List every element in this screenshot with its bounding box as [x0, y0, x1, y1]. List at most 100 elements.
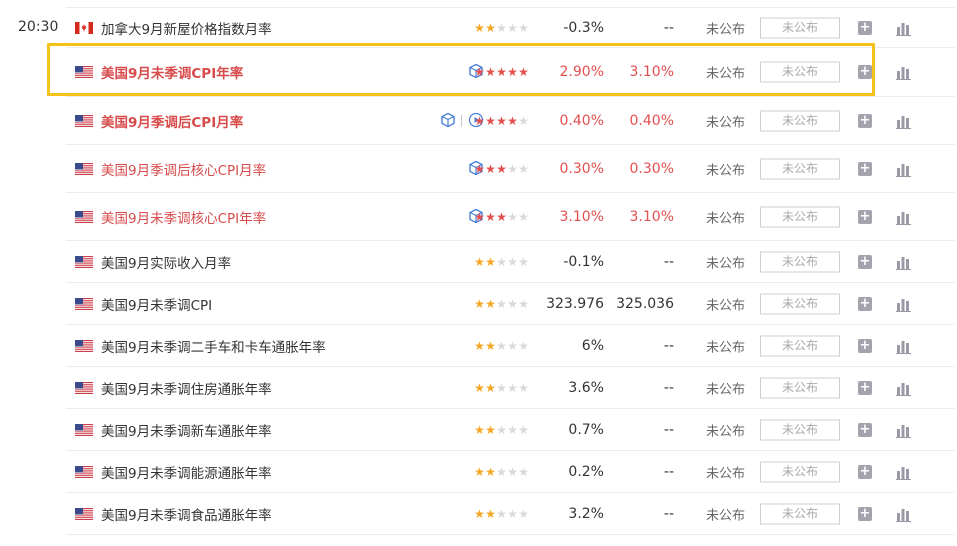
actual-value: 未公布	[706, 508, 746, 523]
star-icon: ★	[485, 113, 496, 128]
table-row[interactable]: 美国9月季调后CPI月率 ★★★★★ 0.40% 0.40% 未公布 未公布 +	[66, 97, 955, 145]
event-name-link[interactable]: 美国9月未季调二手车和卡车通胀年率	[101, 336, 326, 356]
star-icon: ★	[474, 20, 485, 35]
table-row[interactable]: 美国9月实际收入月率 ★★★★★ -0.1% -- 未公布 未公布 +	[66, 241, 955, 283]
event-name-link[interactable]: 美国9月未季调食品通胀年率	[101, 504, 272, 524]
event-name-link[interactable]: 美国9月未季调CPI	[101, 294, 212, 314]
add-alert-button[interactable]: +	[858, 506, 872, 521]
bar-chart-icon[interactable]	[896, 339, 912, 354]
star-icon: ★	[485, 20, 496, 35]
add-alert-button[interactable]: +	[858, 254, 872, 269]
bar-chart-icon[interactable]	[896, 381, 912, 396]
forecast-value: 0.40%	[629, 112, 674, 129]
event-name-link[interactable]: 美国9月季调后CPI月率	[101, 111, 243, 131]
table-row[interactable]: 美国9月未季调食品通胀年率 ★★★★★ 3.2% -- 未公布 未公布 +	[66, 493, 955, 535]
bar-chart-icon[interactable]	[896, 507, 912, 522]
star-icon: ★	[496, 20, 507, 35]
bar-chart-icon[interactable]	[896, 65, 912, 80]
actual-status-button[interactable]: 未公布	[760, 110, 840, 131]
star-icon: ★	[496, 254, 507, 269]
event-name-link[interactable]: 美国9月未季调住房通胀年率	[101, 378, 272, 398]
actual-status-button[interactable]: 未公布	[760, 251, 840, 272]
forecast-value: 325.036	[616, 295, 674, 312]
forecast-value: 0.30%	[629, 160, 674, 177]
actual-status-button[interactable]: 未公布	[760, 503, 840, 524]
bar-chart-icon[interactable]	[896, 162, 912, 177]
forecast-value: --	[663, 463, 674, 480]
star-icon: ★	[496, 422, 507, 437]
bar-chart-icon[interactable]	[896, 297, 912, 312]
event-time: 20:30	[18, 19, 59, 35]
star-icon: ★	[474, 422, 485, 437]
add-alert-button[interactable]: +	[858, 161, 872, 176]
add-alert-button[interactable]: +	[858, 464, 872, 479]
canada-flag-icon	[75, 21, 93, 34]
table-row[interactable]: 美国9月季调后核心CPI月率 ★★★★★ 0.30% 0.30% 未公布 未公布 +	[66, 145, 955, 193]
bar-chart-icon[interactable]	[896, 21, 912, 36]
star-icon: ★	[474, 296, 485, 311]
table-row[interactable]: 美国9月未季调住房通胀年率 ★★★★★ 3.6% -- 未公布 未公布 +	[66, 367, 955, 409]
table-row[interactable]: 美国9月未季调CPI ★★★★★ 323.976 325.036 未公布 未公布 +	[66, 283, 955, 325]
star-icon: ★	[485, 380, 496, 395]
bar-chart-icon[interactable]	[896, 114, 912, 129]
star-icon: ★	[496, 506, 507, 521]
actual-value: 未公布	[706, 298, 746, 313]
bar-chart-icon[interactable]	[896, 465, 912, 480]
bar-chart-icon[interactable]	[896, 210, 912, 225]
us-flag-icon	[75, 423, 93, 436]
us-flag-icon	[75, 507, 93, 520]
table-row[interactable]: 美国9月未季调新车通胀年率 ★★★★★ 0.7% -- 未公布 未公布 +	[66, 409, 955, 451]
selection-highlight-box	[47, 43, 875, 96]
forecast-value: --	[663, 337, 674, 354]
event-name-link[interactable]: 加拿大9月新屋价格指数月率	[101, 18, 272, 38]
actual-status-button[interactable]: 未公布	[760, 419, 840, 440]
star-icon: ★	[474, 338, 485, 353]
add-alert-button[interactable]: +	[858, 296, 872, 311]
actual-status-button[interactable]: 未公布	[760, 293, 840, 314]
actual-value: 未公布	[706, 115, 746, 130]
forecast-value: --	[663, 379, 674, 396]
table-row[interactable]: 加拿大9月新屋价格指数月率 ★★★★★ -0.3% -- 未公布 未公布 +	[66, 7, 955, 48]
star-icon: ★	[496, 380, 507, 395]
star-icon: ★	[485, 422, 496, 437]
us-flag-icon	[75, 297, 93, 310]
add-alert-button[interactable]: +	[858, 20, 872, 35]
actual-value: 未公布	[706, 22, 746, 37]
star-icon: ★	[485, 296, 496, 311]
star-icon: ★	[485, 161, 496, 176]
actual-status-button[interactable]: 未公布	[760, 335, 840, 356]
cube-icon[interactable]	[440, 112, 458, 130]
star-icon: ★	[474, 254, 485, 269]
star-icon: ★	[474, 209, 485, 224]
table-row[interactable]: 美国9月未季调核心CPI年率 ★★★★★ 3.10% 3.10% 未公布 未公布 +	[66, 193, 955, 241]
event-name-link[interactable]: 美国9月未季调能源通胀年率	[101, 462, 272, 482]
divider	[461, 114, 462, 127]
actual-value: 未公布	[706, 424, 746, 439]
actual-status-button[interactable]: 未公布	[760, 158, 840, 179]
event-name-link[interactable]: 美国9月未季调新车通胀年率	[101, 420, 272, 440]
event-name-link[interactable]: 美国9月实际收入月率	[101, 252, 231, 272]
add-alert-button[interactable]: +	[858, 209, 872, 224]
bar-chart-icon[interactable]	[896, 423, 912, 438]
actual-value: 未公布	[706, 466, 746, 481]
star-icon: ★	[496, 338, 507, 353]
table-row[interactable]: 美国9月未季调二手车和卡车通胀年率 ★★★★★ 6% -- 未公布 未公布 +	[66, 325, 955, 367]
bar-chart-icon[interactable]	[896, 255, 912, 270]
us-flag-icon	[75, 381, 93, 394]
actual-value: 未公布	[706, 382, 746, 397]
add-alert-button[interactable]: +	[858, 380, 872, 395]
add-alert-button[interactable]: +	[858, 422, 872, 437]
event-name-link[interactable]: 美国9月未季调核心CPI年率	[101, 207, 266, 227]
star-icon: ★	[496, 296, 507, 311]
us-flag-icon	[75, 162, 93, 175]
event-name-link[interactable]: 美国9月季调后核心CPI月率	[101, 159, 266, 179]
actual-status-button[interactable]: 未公布	[760, 17, 840, 38]
us-flag-icon	[75, 255, 93, 268]
actual-status-button[interactable]: 未公布	[760, 461, 840, 482]
table-row[interactable]: 美国9月未季调能源通胀年率 ★★★★★ 0.2% -- 未公布 未公布 +	[66, 451, 955, 493]
actual-status-button[interactable]: 未公布	[760, 206, 840, 227]
add-alert-button[interactable]: +	[858, 113, 872, 128]
actual-status-button[interactable]: 未公布	[760, 377, 840, 398]
add-alert-button[interactable]: +	[858, 338, 872, 353]
star-icon: ★	[485, 506, 496, 521]
